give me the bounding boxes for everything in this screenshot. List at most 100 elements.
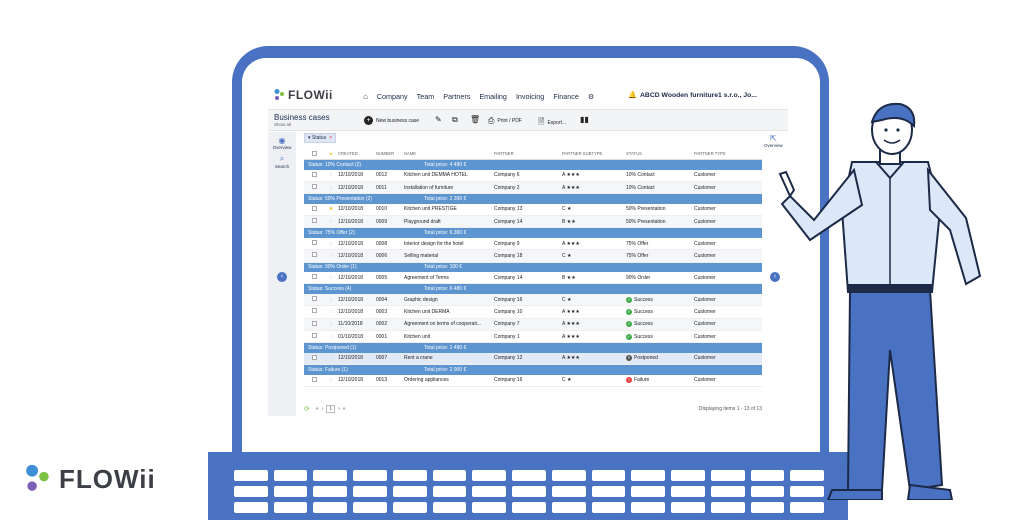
row-checkbox[interactable] (304, 205, 324, 213)
star-icon[interactable]: ☆ (324, 355, 338, 361)
row-checkbox[interactable] (304, 240, 324, 247)
next-page-icon[interactable]: › (338, 406, 340, 412)
nav-invoicing[interactable]: Invoicing (516, 92, 544, 101)
new-business-case-button[interactable]: + New business case (364, 116, 419, 125)
cell-partner[interactable]: Company 7 (494, 321, 562, 327)
table-row[interactable]: ☆ 12/10/2018 0008 Interior design for the h… (304, 238, 762, 251)
cell-name[interactable]: Agreement on terms of cooperati... (404, 321, 494, 327)
cell-name[interactable]: Rent a crane (404, 355, 494, 361)
nav-finance[interactable]: Finance (553, 92, 579, 101)
star-icon[interactable]: ★ (324, 206, 338, 212)
cell-name[interactable]: Installation of furniture (404, 185, 494, 191)
group-header-row[interactable]: Status: 75% Offer (2) Total price: 6 390 … (304, 228, 762, 238)
close-icon[interactable]: × (329, 135, 332, 141)
prev-page-icon[interactable]: ‹ (322, 406, 324, 412)
cell-name[interactable]: Selling material (404, 253, 494, 259)
cell-name[interactable]: Interior design for the hotel (404, 241, 494, 247)
column-created[interactable]: CREATED (338, 151, 376, 156)
last-page-icon[interactable]: » (343, 406, 346, 412)
group-header-row[interactable]: Status: Postponed (1) Total price: 1 490 … (304, 343, 762, 353)
refresh-icon[interactable]: ⟳ (304, 405, 310, 413)
row-checkbox[interactable] (304, 274, 324, 281)
star-icon[interactable]: ☆ (324, 219, 338, 225)
column-number[interactable]: NUMBER (376, 151, 404, 156)
table-row[interactable]: ☆ 12/10/2018 0011 Installation of furniture… (304, 181, 762, 195)
column-partner-type[interactable]: PARTNER TYPE (694, 151, 744, 156)
nav-company[interactable]: Company (377, 92, 408, 101)
trash-icon[interactable]: 🗑 (470, 115, 480, 124)
column-partner[interactable]: PARTNER (494, 151, 562, 156)
row-checkbox[interactable] (304, 184, 324, 191)
table-row[interactable]: ☆ 12/10/2018 0007 Rent a crane Company 12 A ★… (304, 352, 762, 366)
star-icon[interactable]: ☆ (324, 241, 338, 247)
row-checkbox[interactable] (304, 252, 324, 259)
star-icon[interactable]: ☆ (324, 321, 338, 327)
cell-partner[interactable]: Company 16 (494, 297, 562, 303)
cell-partner[interactable]: Company 10 (494, 309, 562, 315)
copy-icon[interactable]: ⧉ (452, 115, 458, 125)
select-all-checkbox[interactable] (304, 150, 324, 157)
collapse-left-button[interactable]: ‹ (277, 272, 287, 282)
table-row[interactable]: ☆ 12/10/2018 0006 Selling material Company 1… (304, 250, 762, 263)
table-row[interactable]: ☆ 11/10/2018 0002 Agreement on terms of coo… (304, 318, 762, 331)
row-checkbox[interactable] (304, 218, 324, 225)
cell-partner[interactable]: Company 12 (494, 355, 562, 361)
table-row[interactable]: ☆ 12/10/2018 0012 Kitchen unit DEMMA HOTEL C… (304, 170, 762, 182)
show-all-link[interactable]: Show all (274, 122, 291, 127)
sidebar-overview[interactable]: ◉ Overview (268, 136, 296, 150)
row-checkbox[interactable] (304, 320, 324, 328)
row-checkbox[interactable] (304, 308, 324, 315)
first-page-icon[interactable]: « (316, 406, 319, 412)
row-checkbox[interactable] (304, 296, 324, 303)
group-header-row[interactable]: Status: Success (4) Total price: 6 480 € (304, 284, 762, 295)
column-partner-subtype[interactable]: PARTNER SUBTYPE (562, 151, 626, 156)
group-header-row[interactable]: Status: 10% Contact (2) Total price: 4 49… (304, 160, 762, 170)
star-icon[interactable]: ☆ (324, 377, 338, 383)
cell-name[interactable]: Graphic design (404, 297, 494, 303)
export-button[interactable]: 🗎 Export... (538, 116, 566, 130)
cell-partner[interactable]: Company 14 (494, 219, 562, 225)
table-row[interactable]: ★ 12/10/2018 0010 Kitchen unit PRESTIGE Comp… (304, 204, 762, 217)
cell-partner[interactable]: Company 9 (494, 241, 562, 247)
cell-partner[interactable]: Company 6 (494, 172, 562, 178)
sidebar-search[interactable]: ⌕ Search (268, 154, 296, 169)
star-icon[interactable]: ☆ (324, 253, 338, 259)
cell-name[interactable]: Kitchen unit DERMA (404, 309, 494, 315)
row-checkbox[interactable] (304, 333, 324, 340)
table-row[interactable]: ☆ 12/10/2018 0004 Graphic design Company 16 C… (304, 294, 762, 307)
star-icon[interactable]: ☆ (324, 185, 338, 191)
edit-icon[interactable]: ✎ (435, 115, 442, 124)
row-checkbox[interactable] (304, 354, 324, 362)
table-row[interactable]: ☆ 12/10/2018 0013 Ordering appliances Compan… (304, 375, 762, 388)
row-checkbox[interactable] (304, 376, 324, 384)
cell-name[interactable]: Kitchen unit (404, 334, 494, 340)
star-icon[interactable]: ☆ (324, 334, 338, 340)
group-header-row[interactable]: Status: 90% Order (1) Total price: 100 € (304, 262, 762, 273)
print-button[interactable]: ⎙ Print / PDF (488, 116, 522, 126)
group-header-row[interactable]: Status: Failure (1) Total price: 2 000 € (304, 365, 762, 375)
cell-name[interactable]: Agreement of Terms (404, 275, 494, 281)
row-checkbox[interactable] (304, 171, 324, 179)
cell-partner[interactable]: Company 16 (494, 377, 562, 383)
gear-icon[interactable]: ⚙ (588, 92, 594, 101)
cell-partner[interactable]: Company 1 (494, 334, 562, 340)
group-header-row[interactable]: Status: 50% Presentation (2) Total price:… (304, 194, 762, 204)
column-status[interactable]: STATUS (626, 151, 694, 156)
table-row[interactable]: ☆ 01/10/2018 0001 Kitchen unit Company 1A ★★… (304, 331, 762, 344)
star-icon[interactable]: ☆ (324, 297, 338, 303)
cell-name[interactable]: Kitchen unit DEMMA HOTEL (404, 172, 494, 178)
nav-partners[interactable]: Partners (443, 92, 470, 101)
nav-team[interactable]: Team (417, 92, 435, 101)
cell-partner[interactable]: Company 2 (494, 185, 562, 191)
chart-icon[interactable]: ▮▮ (580, 115, 589, 124)
table-row[interactable]: ☆ 12/10/2018 0005 Agreement of Terms Company… (304, 272, 762, 285)
star-icon[interactable]: ☆ (324, 275, 338, 281)
status-filter-chip[interactable]: ▾ Status × (304, 133, 337, 143)
cell-partner[interactable]: Company 14 (494, 275, 562, 281)
bell-icon[interactable]: 🔔 (628, 91, 637, 99)
table-row[interactable]: ☆ 12/10/2018 0009 Playground draft Company 1… (304, 216, 762, 229)
company-selector[interactable]: ABCD Wooden furniture1 s.r.o., Jo... (640, 92, 757, 99)
app-logo[interactable]: FLOWii (274, 88, 333, 102)
cell-name[interactable]: Kitchen unit PRESTIGE (404, 206, 494, 212)
home-icon[interactable]: ⌂ (363, 92, 368, 101)
